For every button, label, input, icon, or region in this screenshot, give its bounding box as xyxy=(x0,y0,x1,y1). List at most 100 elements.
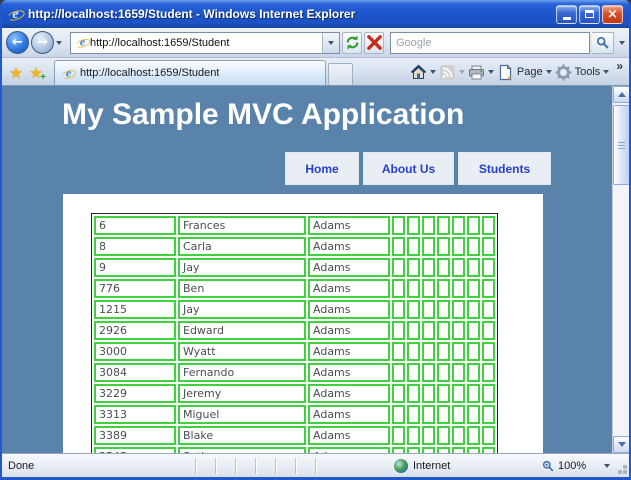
command-bar: ★ ★ e http://localhost:1659/Student xyxy=(2,58,629,86)
empty-cell xyxy=(392,258,405,277)
print-icon[interactable] xyxy=(468,64,485,81)
address-input[interactable]: e http://localhost:1659/Student xyxy=(70,31,340,54)
minimize-button[interactable] xyxy=(556,4,577,24)
page-dropdown-icon[interactable] xyxy=(545,70,552,74)
add-favorite-icon[interactable]: ★ xyxy=(26,61,46,85)
empty-cell xyxy=(452,321,465,340)
tab-label: http://localhost:1659/Student xyxy=(80,67,220,79)
empty-cell xyxy=(482,384,495,403)
favorites-star-icon[interactable]: ★ xyxy=(6,61,26,85)
zoom-control[interactable]: 100% xyxy=(542,459,611,472)
feeds-icon[interactable] xyxy=(439,64,456,81)
search-input[interactable]: Google xyxy=(390,31,590,54)
nav-about-us[interactable]: About Us xyxy=(363,152,454,185)
tools-gear-icon[interactable] xyxy=(555,64,572,81)
search-options-dropdown-icon[interactable] xyxy=(619,40,625,45)
empty-cell xyxy=(392,342,405,361)
zoom-level: 100% xyxy=(558,459,587,472)
empty-cell xyxy=(407,300,420,319)
empty-cell xyxy=(482,363,495,382)
students-table-body: 6 Frances Adams 8 Carla Adams 9 Jay Adams 776 Ben A… xyxy=(94,216,495,453)
home-icon[interactable] xyxy=(410,64,427,81)
maximize-button[interactable] xyxy=(579,4,600,24)
site-nav: Home About Us Students xyxy=(285,152,551,185)
empty-cell xyxy=(392,405,405,424)
status-text: Done xyxy=(8,459,35,472)
refresh-button[interactable] xyxy=(342,31,362,54)
scroll-up-button[interactable] xyxy=(613,86,629,103)
empty-cell xyxy=(407,321,420,340)
empty-cell xyxy=(407,279,420,298)
table-cell: 8 xyxy=(94,237,176,256)
tab-student[interactable]: e http://localhost:1659/Student xyxy=(54,60,326,85)
resize-grip[interactable] xyxy=(623,470,627,474)
table-cell: Carla xyxy=(178,237,306,256)
empty-cell xyxy=(452,363,465,382)
table-cell: Jeremy xyxy=(178,384,306,403)
empty-cell xyxy=(482,342,495,361)
empty-cell xyxy=(392,384,405,403)
table-cell: Adams xyxy=(308,216,390,235)
table-cell: Adams xyxy=(308,405,390,424)
table-cell: Adams xyxy=(308,342,390,361)
empty-cell xyxy=(437,342,450,361)
content-panel: 6 Frances Adams 8 Carla Adams 9 Jay Adams 776 Ben A… xyxy=(63,194,543,453)
empty-cell xyxy=(482,237,495,256)
table-cell: Adams xyxy=(308,363,390,382)
home-dropdown-icon[interactable] xyxy=(429,70,436,74)
forward-button[interactable]: → xyxy=(31,31,54,54)
table-cell: Jay xyxy=(178,258,306,277)
nav-students[interactable]: Students xyxy=(458,152,551,185)
empty-cell xyxy=(482,279,495,298)
scrollbar-thumb[interactable] xyxy=(613,105,629,185)
refresh-icon xyxy=(346,35,358,50)
table-cell: 3000 xyxy=(94,342,176,361)
empty-cell xyxy=(452,258,465,277)
maximize-icon xyxy=(585,10,594,18)
scroll-down-button[interactable] xyxy=(613,436,629,453)
new-tab-button[interactable] xyxy=(328,63,353,85)
empty-cell xyxy=(422,237,435,256)
empty-cell xyxy=(422,405,435,424)
address-dropdown-button[interactable] xyxy=(322,32,339,53)
table-cell: 776 xyxy=(94,279,176,298)
zoom-dropdown-icon[interactable] xyxy=(604,463,611,468)
table-row: 1215 Jay Adams xyxy=(94,300,495,319)
empty-cell xyxy=(482,300,495,319)
stop-button[interactable] xyxy=(364,31,384,54)
page-icon[interactable] xyxy=(497,63,514,81)
zoom-magnifier-icon xyxy=(542,460,554,471)
web-page: My Sample MVC Application Home About Us … xyxy=(2,86,612,453)
security-zone: Internet xyxy=(394,458,450,473)
table-cell: Adams xyxy=(308,321,390,340)
search-button[interactable] xyxy=(592,31,614,54)
empty-cell xyxy=(437,363,450,382)
empty-cell xyxy=(407,363,420,382)
print-dropdown-icon[interactable] xyxy=(487,70,494,74)
empty-cell xyxy=(482,216,495,235)
minimize-icon xyxy=(562,17,571,20)
vertical-scrollbar[interactable] xyxy=(612,86,629,453)
back-button[interactable]: ← xyxy=(6,31,29,54)
empty-cell xyxy=(452,342,465,361)
students-table: 6 Frances Adams 8 Carla Adams 9 Jay Adams 776 Ben A… xyxy=(91,213,498,453)
page-title: My Sample MVC Application xyxy=(62,98,465,131)
table-cell: Frances xyxy=(178,216,306,235)
feeds-dropdown-icon xyxy=(458,70,465,74)
history-dropdown-icon[interactable] xyxy=(56,40,62,45)
table-row: 3000 Wyatt Adams xyxy=(94,342,495,361)
search-icon xyxy=(596,36,609,49)
status-bar: Done Internet 100% xyxy=(2,453,629,477)
page-menu-label[interactable]: Page xyxy=(517,66,543,78)
empty-cell xyxy=(467,342,480,361)
tools-dropdown-icon[interactable] xyxy=(603,70,610,74)
forward-arrow-icon: → xyxy=(37,35,48,50)
toolbar-overflow-icon[interactable]: » xyxy=(616,60,623,72)
table-cell: Wyatt xyxy=(178,342,306,361)
tools-menu-label[interactable]: Tools xyxy=(575,66,601,78)
table-cell: Adams xyxy=(308,279,390,298)
close-button[interactable]: × xyxy=(602,4,623,24)
arrow-up-icon xyxy=(617,92,626,97)
nav-home[interactable]: Home xyxy=(285,152,359,185)
empty-cell xyxy=(392,237,405,256)
